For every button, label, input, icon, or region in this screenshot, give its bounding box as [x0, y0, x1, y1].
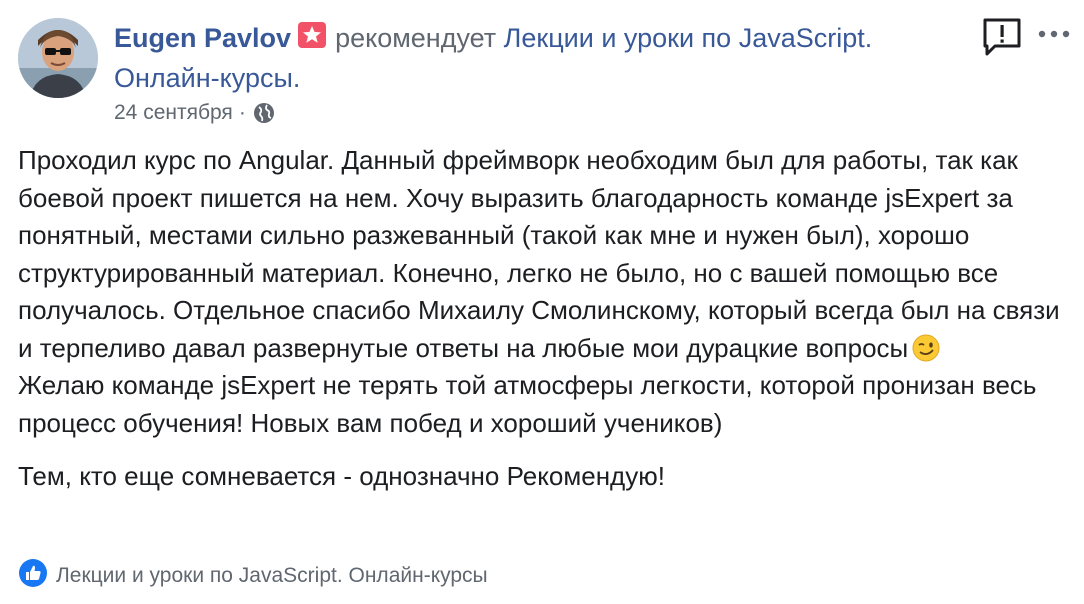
globe-icon[interactable] [252, 101, 276, 125]
recommendation-post: Eugen Pavlov рекомендует Лекции и уроки п… [0, 0, 1084, 604]
post-footer: Лекции и уроки по JavaScript. Онлайн-кур… [18, 558, 488, 594]
post-header: Eugen Pavlov рекомендует Лекции и уроки п… [114, 18, 954, 98]
post-paragraph-text: Проходил курс по Angular. Данный фреймво… [18, 145, 1060, 363]
liked-by-page[interactable]: Лекции и уроки по JavaScript. Онлайн-кур… [56, 564, 488, 588]
avatar[interactable] [18, 18, 98, 98]
post-date[interactable]: 24 сентября [114, 98, 233, 128]
more-icon[interactable] [1036, 24, 1072, 44]
meta-separator: · [238, 101, 246, 124]
like-thumb-icon[interactable] [18, 558, 56, 594]
post-paragraph: Проходил курс по Angular. Данный фреймво… [18, 142, 1068, 367]
post-meta: 24 сентября · [114, 98, 276, 128]
author-name[interactable]: Eugen Pavlov [114, 23, 291, 53]
recommendation-star-icon [297, 21, 327, 51]
recommends-text: рекомендует [335, 23, 497, 53]
post-paragraph: Желаю команде jsExpert не терять той атм… [18, 370, 1037, 438]
wink-emoji [912, 334, 940, 362]
post-paragraph: Тем, кто еще сомневается - однозначно Ре… [18, 461, 665, 491]
post-body: Проходил курс по Angular. Данный фреймво… [18, 142, 1068, 496]
report-icon[interactable] [981, 16, 1023, 58]
